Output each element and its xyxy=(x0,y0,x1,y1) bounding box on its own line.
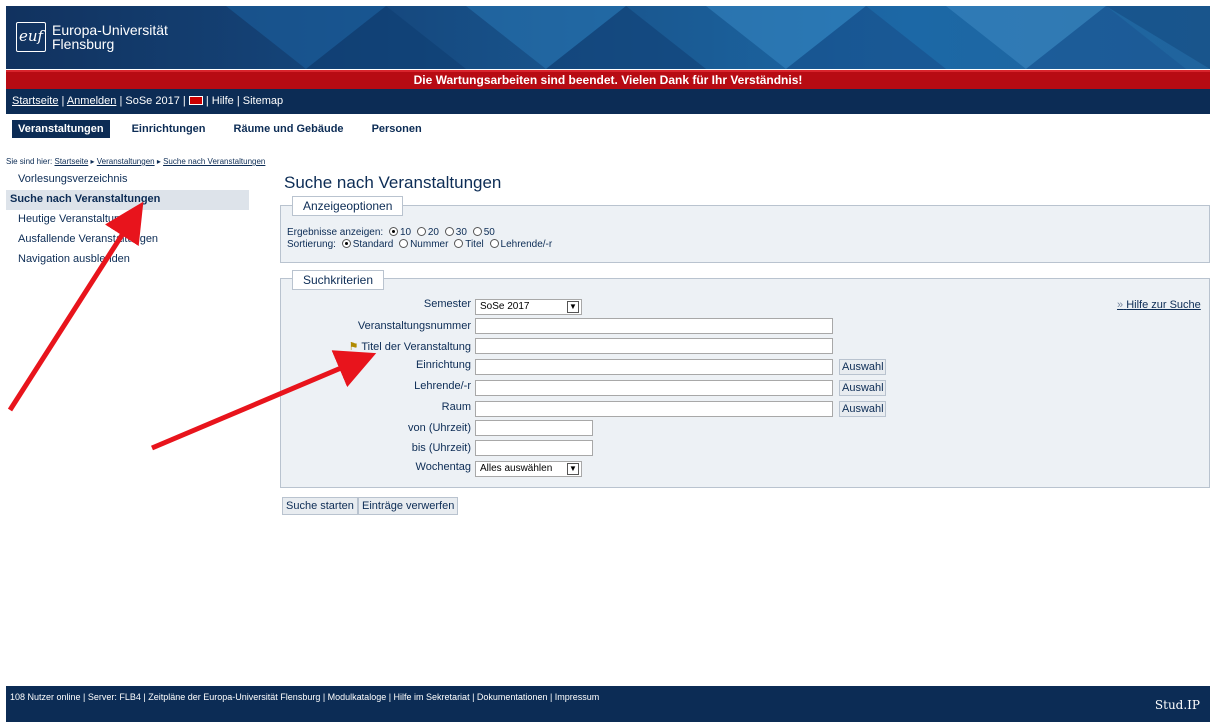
from-time-label: von (Uhrzeit) xyxy=(408,422,471,434)
tab-einrichtungen[interactable]: Einrichtungen xyxy=(126,120,212,138)
results-10-radio[interactable] xyxy=(388,226,398,236)
sidebar-item-heutige[interactable]: Heutige Veranstaltungen xyxy=(6,210,249,230)
results-30-radio[interactable] xyxy=(444,226,454,236)
maintenance-banner: Die Wartungsarbeiten sind beendet. Viele… xyxy=(6,72,1210,89)
lecturer-label: Lehrende/-r xyxy=(414,380,471,392)
sidebar: Vorlesungsverzeichnis Suche nach Veranst… xyxy=(6,170,249,270)
number-input[interactable] xyxy=(475,318,833,334)
chevron-down-icon: ▼ xyxy=(567,301,579,313)
flag-icon: ⚑ xyxy=(348,341,359,353)
weekday-select-value: Alles auswählen xyxy=(480,463,553,474)
lecturer-select-button[interactable]: Auswahl xyxy=(839,380,886,396)
results-option-row: Ergebnisse anzeigen: 10 20 30 50 xyxy=(287,226,495,238)
main-tabs: Veranstaltungen Einrichtungen Räume und … xyxy=(12,120,444,138)
sidebar-item-vorlesungsverzeichnis[interactable]: Vorlesungsverzeichnis xyxy=(6,170,249,190)
weekday-select[interactable]: Alles auswählen ▼ xyxy=(475,461,582,477)
university-logo[interactable]: euf Europa-Universität Flensburg xyxy=(16,22,168,52)
sort-lehrende-radio[interactable] xyxy=(489,238,499,248)
logo-mark: euf xyxy=(16,22,46,52)
chevron-right-icon: ▸ xyxy=(90,157,95,166)
sort-option-row: Sortierung: Standard Nummer Titel Lehren… xyxy=(287,238,553,250)
university-name: Europa-Universität Flensburg xyxy=(52,23,168,51)
sort-titel-label: Titel xyxy=(465,239,484,250)
breadcrumb: Sie sind hier: Startseite ▸ Veranstaltun… xyxy=(6,157,265,166)
footer: 108 Nutzer online | Server: FLB4 | Zeitp… xyxy=(6,686,1210,722)
lecturer-input[interactable] xyxy=(475,380,833,396)
number-label: Veranstaltungsnummer xyxy=(357,320,471,332)
chevron-right-icon: ▸ xyxy=(156,157,161,166)
institution-select-button[interactable]: Auswahl xyxy=(839,359,886,375)
room-input[interactable] xyxy=(475,401,833,417)
search-criteria-legend: Suchkriterien xyxy=(292,270,385,290)
tab-veranstaltungen[interactable]: Veranstaltungen xyxy=(12,120,110,138)
header-banner: euf Europa-Universität Flensburg xyxy=(6,6,1210,69)
tab-raeume-gebaeude[interactable]: Räume und Gebäude xyxy=(228,120,350,138)
footer-links[interactable]: 108 Nutzer online | Server: FLB4 | Zeitp… xyxy=(10,692,599,702)
top-navigation: Startseite | Anmelden | SoSe 2017 | | Hi… xyxy=(6,89,1210,114)
nav-home[interactable]: Startseite xyxy=(12,95,58,107)
title-input[interactable] xyxy=(475,338,833,354)
results-20-radio[interactable] xyxy=(416,226,426,236)
search-help-link[interactable]: » Hilfe zur Suche xyxy=(1117,299,1201,311)
breadcrumb-veranstaltungen[interactable]: Veranstaltungen xyxy=(97,157,155,166)
banner-pattern xyxy=(226,6,1210,69)
english-flag-icon[interactable] xyxy=(188,95,203,105)
sort-label: Sortierung: xyxy=(287,239,336,250)
to-time-input[interactable] xyxy=(475,440,593,456)
results-30-label: 30 xyxy=(455,227,467,238)
semester-select[interactable]: SoSe 2017 ▼ xyxy=(475,299,582,315)
room-select-button[interactable]: Auswahl xyxy=(839,401,886,417)
sort-standard-label: Standard xyxy=(352,239,394,250)
results-50-radio[interactable] xyxy=(472,226,482,236)
start-search-button[interactable]: Suche starten xyxy=(282,497,358,515)
sort-lehrende-label: Lehrende/-r xyxy=(500,239,553,250)
university-name-line2: Flensburg xyxy=(52,36,115,52)
sort-nummer-radio[interactable] xyxy=(399,238,409,248)
nav-semester[interactable]: SoSe 2017 xyxy=(125,95,179,107)
institution-label: Einrichtung xyxy=(415,359,471,371)
nav-login[interactable]: Anmelden xyxy=(67,95,117,107)
to-time-label: bis (Uhrzeit) xyxy=(411,442,471,454)
sidebar-item-ausfallende[interactable]: Ausfallende Veranstaltungen xyxy=(6,230,249,250)
institution-input[interactable] xyxy=(475,359,833,375)
from-time-input[interactable] xyxy=(475,420,593,436)
breadcrumb-prefix: Sie sind hier: xyxy=(6,157,53,166)
room-label: Raum xyxy=(441,401,471,413)
chevron-down-icon: ▼ xyxy=(567,463,579,475)
nav-help[interactable]: Hilfe xyxy=(212,95,234,107)
page-title: Suche nach Veranstaltungen xyxy=(284,173,502,192)
weekday-label: Wochentag xyxy=(415,461,471,473)
double-chevron-right-icon: » xyxy=(1117,299,1124,311)
display-options-legend: Anzeigeoptionen xyxy=(292,196,404,216)
tab-personen[interactable]: Personen xyxy=(366,120,428,138)
discard-entries-button[interactable]: Einträge verwerfen xyxy=(358,497,459,515)
breadcrumb-suche[interactable]: Suche nach Veranstaltungen xyxy=(163,157,265,166)
sort-standard-radio[interactable] xyxy=(341,238,351,248)
semester-select-value: SoSe 2017 xyxy=(480,301,530,312)
studip-logo[interactable]: Stud.IP xyxy=(1155,694,1200,716)
university-name-line1: Europa-Universität xyxy=(52,22,168,38)
semester-label: Semester xyxy=(423,298,471,310)
results-50-label: 50 xyxy=(483,227,495,238)
sort-titel-radio[interactable] xyxy=(454,238,464,248)
nav-sitemap[interactable]: Sitemap xyxy=(243,95,283,107)
title-label: ⚑ Titel der Veranstaltung xyxy=(348,341,471,353)
results-20-label: 20 xyxy=(427,227,439,238)
sidebar-item-suche[interactable]: Suche nach Veranstaltungen xyxy=(6,190,249,210)
breadcrumb-home[interactable]: Startseite xyxy=(54,157,88,166)
sort-nummer-label: Nummer xyxy=(410,239,449,250)
results-10-label: 10 xyxy=(399,227,412,238)
results-label: Ergebnisse anzeigen: xyxy=(287,227,384,238)
sidebar-item-navigation-ausblenden[interactable]: Navigation ausblenden xyxy=(6,250,249,270)
